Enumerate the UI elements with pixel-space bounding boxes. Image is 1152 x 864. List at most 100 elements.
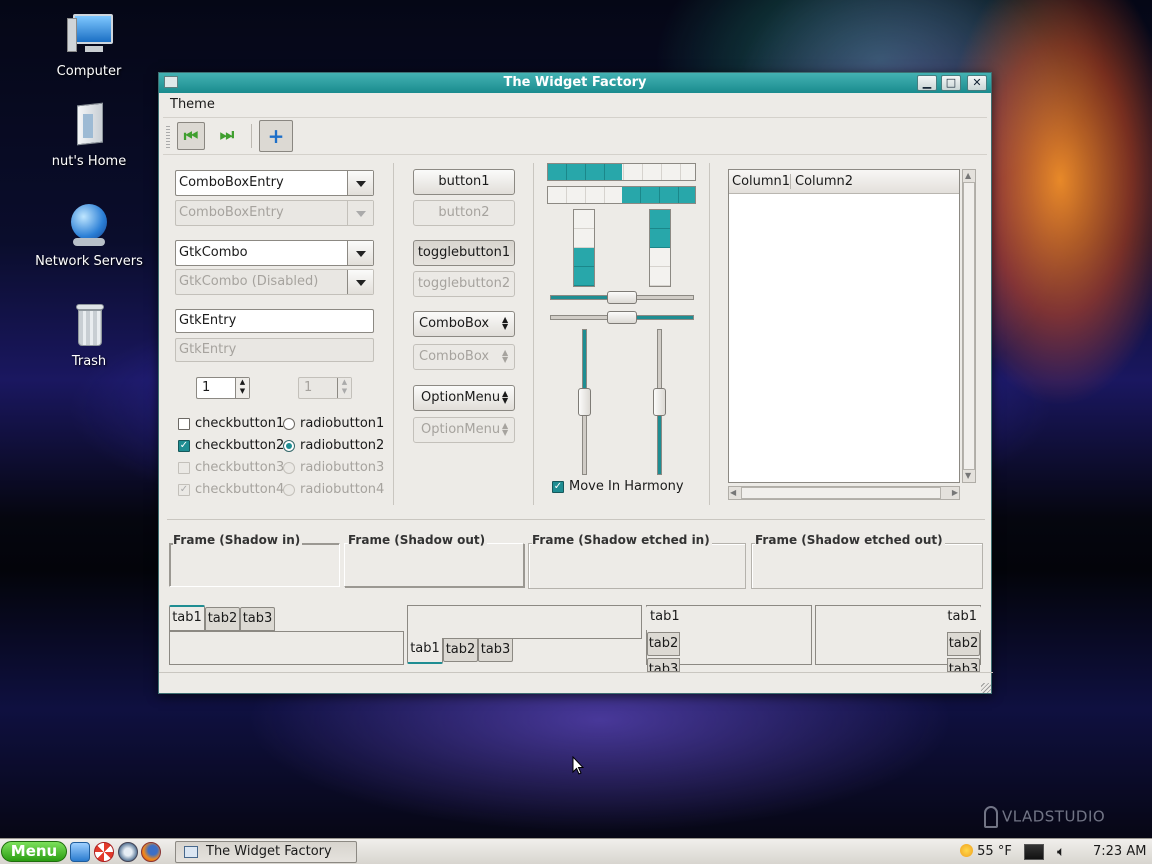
goto-first-icon[interactable]: ⏮	[177, 122, 205, 150]
optionmenu[interactable]: OptionMenu ▲ ▼	[413, 385, 515, 411]
comboboxentry-arrow[interactable]	[347, 171, 373, 195]
scrollbar-thumb[interactable]	[963, 182, 975, 470]
frame-label: Frame (Shadow out)	[348, 533, 488, 547]
wallpaper-watermark: VLADSTUDIO	[984, 806, 1105, 828]
goto-last-icon[interactable]: ⏭	[213, 122, 241, 150]
toolbar-grip-icon[interactable]	[166, 126, 170, 148]
gtkcombo[interactable]: GtkCombo	[175, 240, 374, 266]
add-icon[interactable]: +	[259, 120, 293, 152]
scrollbar-thumb[interactable]	[741, 487, 941, 499]
gtkcombo-disabled: GtkCombo (Disabled)	[175, 269, 374, 295]
progress-fill	[574, 248, 594, 286]
gtkentry[interactable]: GtkEntry	[175, 309, 374, 333]
minimize-button[interactable]: ▁	[917, 75, 937, 91]
desktop-icon-label: Network Servers	[35, 254, 143, 269]
window-titlebar[interactable]: The Widget Factory ▁ □ ✕	[159, 73, 991, 93]
move-in-harmony-check[interactable]: ✓ Move In Harmony	[549, 478, 684, 496]
comboboxentry-text: ComboBoxEntry	[179, 175, 284, 190]
button1[interactable]: button1	[413, 169, 515, 195]
maximize-button[interactable]: □	[941, 75, 961, 91]
show-desktop-icon[interactable]	[70, 842, 90, 862]
frame-label: Frame (Shadow etched in)	[532, 533, 712, 547]
notebook-left-tab2[interactable]: tab2	[647, 632, 680, 656]
horizontal-scrollbar[interactable]: ◀ ▶	[728, 486, 960, 500]
notebook-bottom-tab2[interactable]: tab2	[443, 638, 478, 662]
taskbar-window-button[interactable]: The Widget Factory	[175, 841, 357, 863]
move-in-harmony-label: Move In Harmony	[569, 479, 684, 494]
scale-slider-handle[interactable]	[607, 311, 637, 324]
file-manager-icon[interactable]	[118, 842, 138, 862]
menu-theme[interactable]: Theme	[170, 97, 215, 112]
gtkentry-disabled: GtkEntry	[175, 338, 374, 362]
radiobutton1[interactable]: radiobutton1	[280, 415, 384, 433]
scroll-right-icon[interactable]: ▶	[952, 488, 958, 498]
desktop-icon-network[interactable]: Network Servers	[29, 202, 149, 269]
combobox-disabled-text: ComboBox	[419, 349, 490, 364]
radio-icon	[283, 418, 295, 430]
notebook-right-tab3[interactable]: tab3	[947, 658, 980, 672]
notebook-top-tab3[interactable]: tab3	[240, 607, 275, 631]
notebook-bottom-tab1[interactable]: tab1	[407, 638, 443, 664]
column-header-2[interactable]: Column2	[790, 174, 853, 189]
checkbox-icon	[178, 462, 190, 474]
vertical-scrollbar[interactable]: ▲ ▼	[962, 169, 976, 483]
chevron-down-icon	[356, 181, 366, 187]
scale-horizontal-1[interactable]	[550, 291, 694, 304]
notebook-left-tab1[interactable]: tab1	[646, 606, 682, 630]
volume-icon[interactable]: 🔈︎	[1057, 839, 1065, 864]
desktop-icon-home[interactable]: nut's Home	[29, 102, 149, 169]
scroll-down-icon[interactable]: ▼	[965, 471, 971, 481]
notebook-left-tab3[interactable]: tab3	[647, 658, 680, 672]
lifebuoy-help-icon[interactable]	[94, 842, 114, 862]
checkbutton4: ✓ checkbutton4	[175, 481, 284, 499]
notebook-right-tab2[interactable]: tab2	[947, 632, 980, 656]
frame-shadow-out: Frame (Shadow out)	[344, 533, 524, 587]
comboboxentry[interactable]: ComboBoxEntry	[175, 170, 374, 196]
scale-vertical-1[interactable]	[578, 329, 591, 475]
network-status-icon[interactable]	[1024, 844, 1044, 860]
notebook-right-tab1[interactable]: tab1	[943, 606, 981, 630]
clock[interactable]: 7:23 AM	[1093, 839, 1146, 864]
scale-vertical-2[interactable]	[653, 329, 666, 475]
notebook-top-page	[169, 631, 404, 665]
checkbutton1[interactable]: checkbutton1	[175, 415, 284, 433]
scroll-up-icon[interactable]: ▲	[965, 171, 971, 181]
notebook-bottom-tab3[interactable]: tab3	[478, 638, 513, 662]
resize-grip-icon[interactable]	[981, 683, 991, 693]
scale-slider-handle[interactable]	[607, 291, 637, 304]
frame-label: Frame (Shadow in)	[173, 533, 303, 547]
scale-slider-handle[interactable]	[653, 388, 666, 416]
scale-horizontal-2[interactable]	[550, 311, 694, 324]
close-button[interactable]: ✕	[967, 75, 987, 91]
desktop-icon-trash[interactable]: Trash	[29, 302, 149, 369]
weather-widget[interactable]: 55 °F	[960, 839, 1012, 864]
radiobutton-label: radiobutton2	[300, 438, 385, 453]
checkbutton3: checkbutton3	[175, 459, 284, 477]
column-header-1[interactable]: Column1	[732, 170, 790, 193]
firefox-icon[interactable]	[141, 842, 161, 862]
checkbox-checked-icon: ✓	[178, 440, 190, 452]
checkbox-checked-icon: ✓	[178, 484, 190, 496]
radiobutton2[interactable]: radiobutton2	[280, 437, 384, 455]
gtkcombo-arrow[interactable]	[347, 241, 373, 265]
notebook-top-tab1[interactable]: tab1	[169, 605, 205, 631]
desktop-icon-label: Trash	[71, 354, 107, 369]
scale-slider-handle[interactable]	[578, 388, 591, 416]
combobox[interactable]: ComboBox ▲ ▼	[413, 311, 515, 337]
togglebutton1[interactable]: togglebutton1	[413, 240, 515, 266]
frame-border	[169, 543, 340, 587]
desktop-icon-computer[interactable]: Computer	[29, 12, 149, 79]
start-menu-button[interactable]: Menu	[1, 841, 67, 862]
spinbutton[interactable]: 1 ▲ ▼	[196, 377, 250, 399]
scroll-left-icon[interactable]: ◀	[730, 488, 736, 498]
tree-view[interactable]: Column1 Column2	[728, 169, 960, 483]
gtkcombo-text: GtkCombo	[179, 245, 248, 260]
trash-icon	[65, 302, 113, 350]
watermark-text: VLADSTUDIO	[1002, 807, 1106, 826]
notebook-top-tab2[interactable]: tab2	[205, 607, 240, 631]
frame-border	[751, 543, 983, 589]
frame-shadow-etched-in: Frame (Shadow etched in)	[528, 533, 746, 589]
spin-arrows-icon[interactable]: ▲ ▼	[235, 378, 249, 398]
checkbutton2[interactable]: ✓ checkbutton2	[175, 437, 284, 455]
network-globe-icon	[65, 202, 113, 250]
